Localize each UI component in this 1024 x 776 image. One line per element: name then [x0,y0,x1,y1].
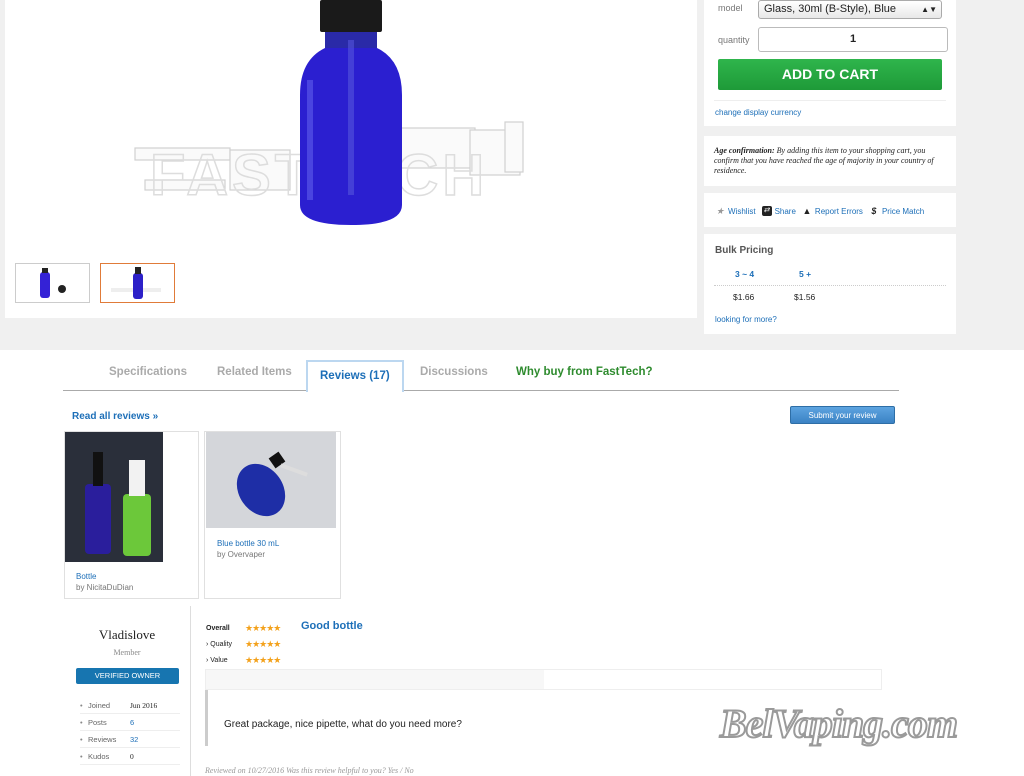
model-select[interactable]: Glass, 30ml (B-Style), Blue ▲▼ [758,0,942,19]
product-tabs: Specifications Related Items Reviews (17… [63,360,899,392]
wishlist-link[interactable]: ★ Wishlist [715,206,756,216]
rating-overall-label: Overall [206,625,230,632]
tab-specifications[interactable]: Specifications [109,366,187,378]
product-main-image: FASTTECH [134,0,524,225]
verified-owner-badge: VERIFIED OWNER [76,668,179,684]
quantity-input[interactable]: 1 [758,27,948,52]
model-label: model [718,3,743,13]
stat-kudos: • Kudos 0 [80,748,180,765]
tab-why-buy[interactable]: Why buy from FastTech? [516,366,653,378]
thumbnail-2[interactable] [100,263,175,303]
reviewer-profile: Vladislove Member VERIFIED OWNER • Joined… [63,606,191,776]
reviewer-name[interactable]: Vladislove [63,627,191,643]
review-title: Good bottle [301,620,363,632]
price-match-label: Price Match [881,206,925,216]
product-image-panel: FASTTECH [5,0,697,318]
price-match-link[interactable]: $ Price Match [869,206,924,216]
bulk-tier-price-2: $1.56 [794,292,816,302]
stat-joined: • Joined Jun 2016 [80,697,180,714]
submit-review-button[interactable]: Submit your review [790,406,895,424]
star-icon: ★ [715,206,725,216]
rating-value-label: › Value [206,657,228,664]
review-photo-title: Bottle [76,572,97,581]
select-arrows-icon: ▲▼ [921,5,937,14]
review-photo-title: Blue bottle 30 mL [217,539,280,548]
model-select-value: Glass, 30ml (B-Style), Blue [764,3,897,15]
belvaping-watermark-logo: BelVaping.com [719,700,959,747]
rating-value-stars: ★★★★★ [245,655,281,665]
add-to-cart-button[interactable]: ADD TO CART [718,59,942,90]
review-photo-card[interactable]: Bottle by NicitaDuDian [64,431,199,599]
divider [714,100,946,101]
dollar-icon: $ [871,206,877,216]
bulk-tier-qty-1: 3 ~ 4 [735,269,755,279]
review-photo-card[interactable]: Blue bottle 30 mL by Overvaper [204,431,341,599]
review-photo-2 [206,432,336,528]
warning-icon: ▲ [802,206,812,216]
product-actions: ★ Wishlist ⇄ Share ▲ Report Errors $ Price M… [715,206,924,216]
tab-discussions[interactable]: Discussions [420,366,488,378]
wishlist-label: Wishlist [728,206,756,216]
bulk-tier-price-1: $1.66 [733,292,755,302]
review-photo-author: by Overvaper [217,550,266,559]
rating-overall-stars: ★★★★★ [245,623,281,633]
quantity-label: quantity [718,35,750,45]
share-icon: ⇄ [761,206,772,216]
review-photo-1 [65,432,163,562]
age-confirmation: Age confirmation: By adding this item to… [714,146,949,176]
bulk-tier-qty-2: 5 + [799,269,812,279]
share-link[interactable]: ⇄ Share [761,206,796,216]
stat-posts[interactable]: • Posts 6 [80,714,180,731]
review-photo-author: by NicitaDuDian [76,583,134,592]
report-errors-label: Report Errors [814,206,863,216]
age-title: Age confirmation: [714,146,775,155]
looking-for-more-link[interactable]: looking for more? [715,315,777,324]
tab-related-items[interactable]: Related Items [217,366,292,378]
review-body: Great package, nice pipette, what do you… [224,719,462,730]
share-label: Share [774,206,796,216]
tab-reviews[interactable]: Reviews (17) [306,360,404,392]
reviewer-role: Member [113,648,141,657]
read-all-reviews-link[interactable]: Read all reviews » [72,411,158,422]
rating-quality-stars: ★★★★★ [245,639,281,649]
rating-quality-label: › Quality [206,641,233,648]
stat-reviews[interactable]: • Reviews 32 [80,731,180,748]
report-errors-link[interactable]: ▲ Report Errors [802,206,863,216]
bulk-pricing-title: Bulk Pricing [715,245,774,256]
divider [714,285,946,286]
change-currency-link[interactable]: change display currency [715,108,801,117]
thumbnail-1[interactable] [15,263,90,303]
review-meta-bar [205,669,882,690]
